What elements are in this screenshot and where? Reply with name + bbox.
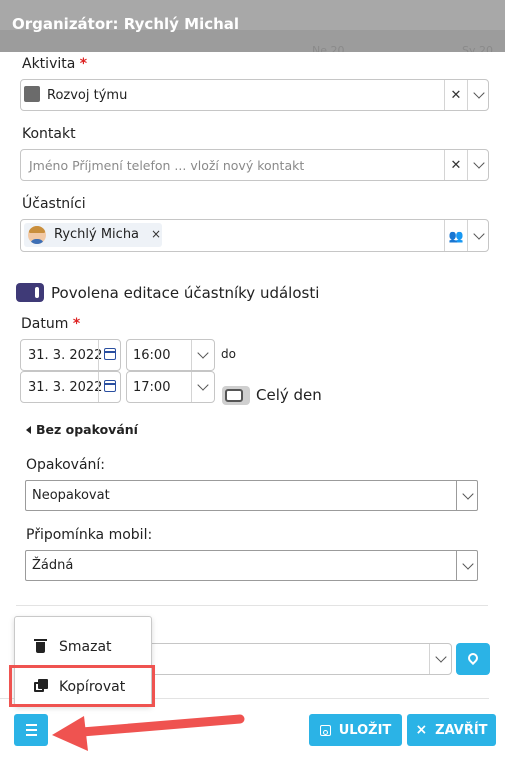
repeat-section-toggle[interactable]: Bez opakování bbox=[36, 422, 138, 437]
chevron-down-icon[interactable] bbox=[457, 481, 479, 510]
modal-title: Organizátor: Rychlý Michal bbox=[12, 15, 240, 33]
all-day-toggle[interactable] bbox=[222, 386, 250, 405]
all-day-label: Celý den bbox=[256, 386, 322, 404]
highlight-box bbox=[9, 665, 155, 707]
save-button[interactable]: ULOŽIT bbox=[309, 714, 402, 746]
calendar-icon[interactable] bbox=[104, 348, 116, 360]
date-label: Datum * bbox=[21, 316, 80, 332]
chevron-down-icon[interactable] bbox=[457, 551, 479, 580]
reminder-select[interactable]: Žádná bbox=[25, 550, 478, 581]
repeat-label: Opakování: bbox=[26, 457, 106, 473]
people-icon[interactable]: 👥 bbox=[445, 220, 467, 251]
edit-participants-toggle[interactable] bbox=[16, 283, 44, 302]
chevron-down-icon[interactable] bbox=[192, 340, 214, 370]
date-label-text: Datum bbox=[21, 316, 69, 332]
close-icon: × bbox=[415, 722, 428, 738]
map-pin-icon bbox=[465, 650, 481, 665]
remove-participant-icon[interactable]: × bbox=[151, 227, 161, 241]
chevron-down-icon[interactable] bbox=[468, 80, 490, 110]
clear-icon[interactable]: ✕ bbox=[445, 80, 467, 110]
participants-input[interactable]: Rychlý Michal × 👥 bbox=[20, 219, 489, 252]
caret-left-icon[interactable] bbox=[26, 426, 31, 434]
repeat-value: Neopakovat bbox=[32, 488, 110, 503]
menu-item-delete[interactable]: Smazat bbox=[15, 629, 151, 665]
trash-icon bbox=[34, 639, 47, 653]
clear-icon[interactable]: ✕ bbox=[445, 150, 467, 180]
activity-label: Aktivita * bbox=[22, 56, 87, 72]
contact-placeholder: Jméno Příjmení telefon ... vloží nový ko… bbox=[29, 157, 305, 173]
contact-label: Kontakt bbox=[22, 126, 76, 142]
contact-input[interactable]: Jméno Příjmení telefon ... vloží nový ko… bbox=[20, 149, 489, 181]
divider bbox=[16, 605, 488, 606]
end-time-select[interactable]: 17:00 bbox=[126, 371, 215, 403]
save-button-label: ULOŽIT bbox=[338, 722, 392, 738]
chevron-down-icon[interactable] bbox=[468, 220, 490, 251]
end-time-value: 17:00 bbox=[133, 379, 171, 395]
reminder-label: Připomínka mobil: bbox=[26, 527, 153, 543]
activity-color-swatch bbox=[24, 86, 40, 102]
required-mark: * bbox=[72, 316, 81, 332]
start-time-value: 16:00 bbox=[133, 347, 171, 363]
to-label: do bbox=[221, 347, 236, 361]
modal-header: Ne 20 Sy 20 Organizátor: Rychlý Michal bbox=[0, 0, 505, 57]
end-date-input[interactable]: 31. 3. 2022 bbox=[20, 371, 121, 403]
chevron-down-icon[interactable] bbox=[430, 644, 452, 674]
activity-value: Rozvoj týmu bbox=[47, 87, 128, 103]
reminder-value: Žádná bbox=[32, 558, 74, 573]
start-time-select[interactable]: 16:00 bbox=[126, 339, 215, 371]
menu-button[interactable] bbox=[14, 714, 48, 746]
repeat-select[interactable]: Neopakovat bbox=[25, 480, 478, 511]
close-button-label: ZAVŘÍT bbox=[435, 722, 488, 738]
participant-chip: Rychlý Michal × bbox=[24, 223, 162, 247]
start-date-input[interactable]: 31. 3. 2022 bbox=[20, 339, 121, 371]
menu-item-label: Smazat bbox=[59, 639, 112, 655]
start-date-value: 31. 3. 2022 bbox=[28, 347, 103, 363]
participant-name: Rychlý Michal bbox=[54, 227, 138, 242]
hamburger-icon bbox=[25, 724, 37, 726]
edit-participants-label: Povolena editace účastníky události bbox=[51, 284, 320, 302]
chevron-down-icon[interactable] bbox=[468, 150, 490, 180]
avatar bbox=[28, 226, 46, 244]
end-date-value: 31. 3. 2022 bbox=[28, 379, 103, 395]
activity-select[interactable]: Rozvoj týmu ✕ bbox=[20, 79, 489, 111]
map-pin-button[interactable] bbox=[456, 643, 490, 675]
required-mark: * bbox=[79, 56, 88, 72]
calendar-icon[interactable] bbox=[104, 380, 116, 392]
participants-label: Účastníci bbox=[22, 196, 86, 212]
activity-label-text: Aktivita bbox=[22, 56, 76, 72]
save-icon bbox=[319, 724, 331, 736]
background-calendar-strip bbox=[0, 30, 505, 52]
chevron-down-icon[interactable] bbox=[192, 372, 214, 402]
close-button[interactable]: × ZAVŘÍT bbox=[407, 714, 496, 746]
